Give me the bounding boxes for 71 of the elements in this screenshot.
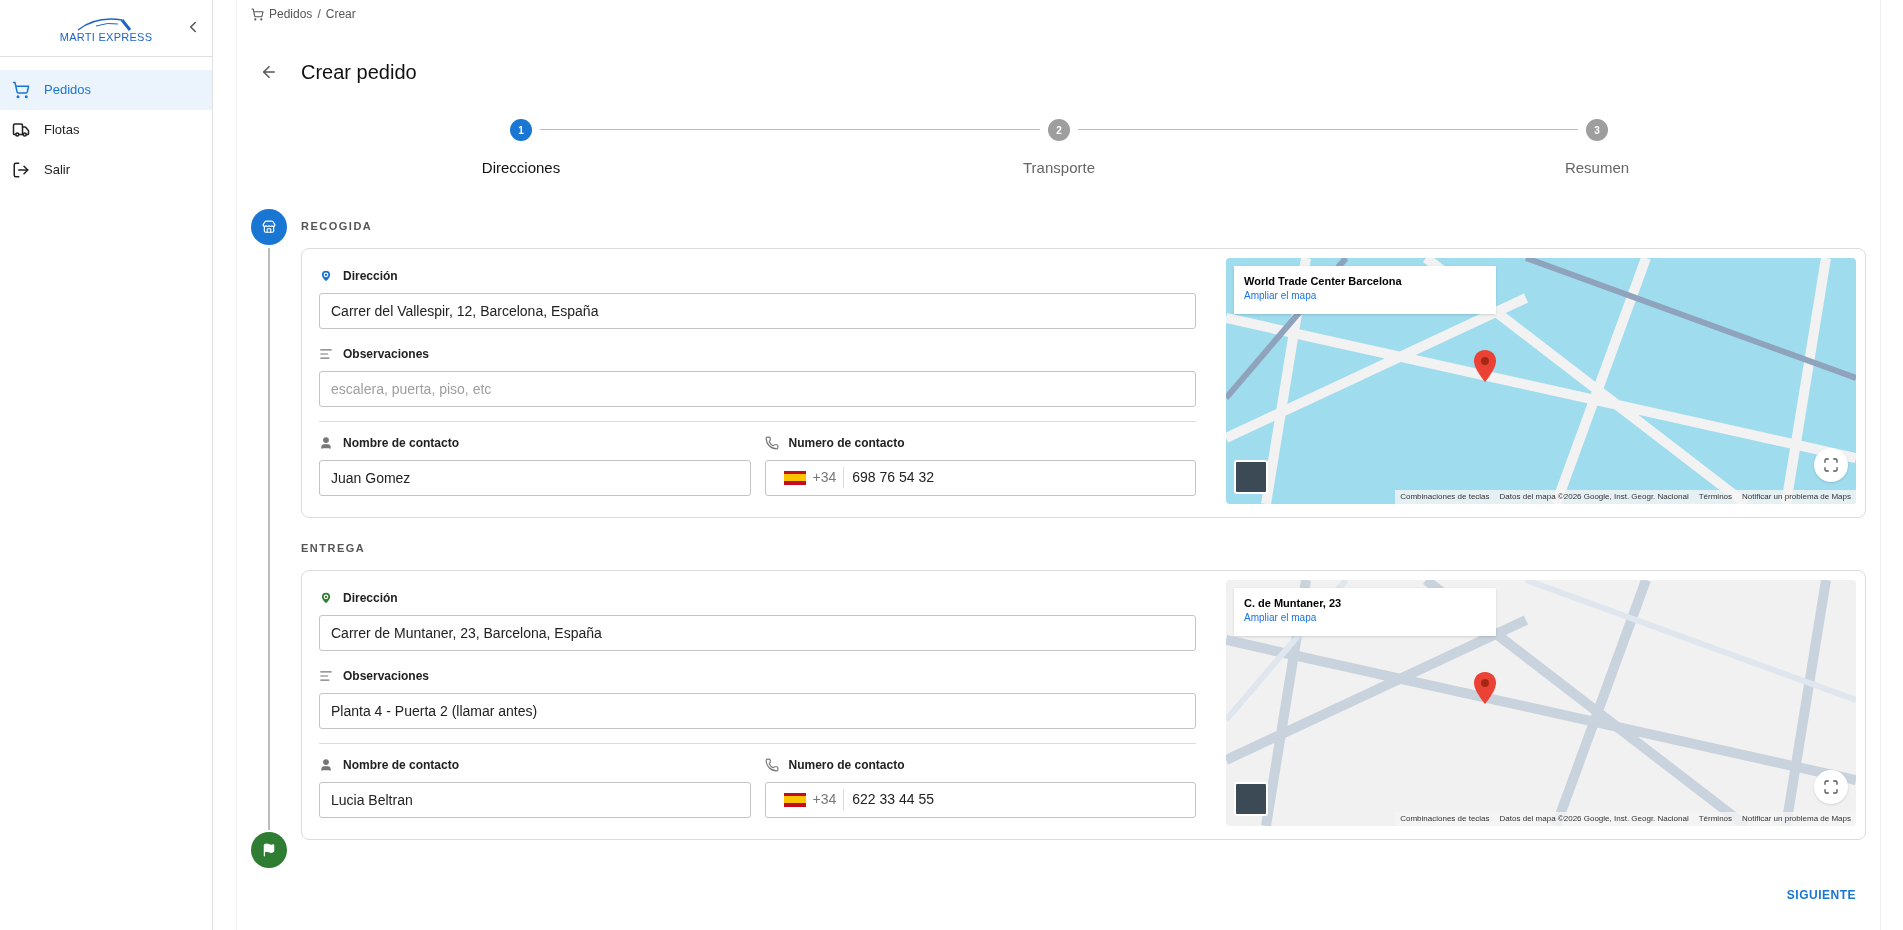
phone-field[interactable]: +34 622 33 44 55 [764, 781, 1196, 818]
location-pin-icon [319, 268, 333, 283]
enlarge-map-link[interactable]: Ampliar el mapa [1244, 610, 1486, 625]
breadcrumb-separator: / [317, 6, 321, 23]
truck-icon [12, 121, 30, 139]
country-code: +34 [812, 789, 845, 810]
breadcrumb-item: Crear [325, 6, 356, 23]
phone-number: 698 76 54 32 [852, 468, 934, 487]
person-icon [319, 435, 333, 450]
field-label: Numero de contacto [788, 756, 905, 774]
notes-field[interactable]: Planta 4 - Puerta 2 (llamar antes) [319, 692, 1196, 729]
attribution-text[interactable]: Notificar un problema de Maps [1742, 490, 1851, 503]
logout-icon [12, 161, 30, 179]
store-icon [262, 219, 276, 234]
step-number: 2 [1048, 119, 1070, 141]
address-field[interactable]: Carrer de Muntaner, 23, Barcelona, España [319, 614, 1196, 651]
map-place-title: C. de Muntaner, 23 [1244, 595, 1343, 611]
attribution-text[interactable]: Notificar un problema de Maps [1742, 812, 1851, 825]
notes-field[interactable]: escalera, puerta, piso, etc [319, 370, 1196, 407]
field-label: Observaciones [343, 345, 430, 363]
phone-field[interactable]: +34 698 76 54 32 [764, 459, 1196, 496]
field-label: Dirección [343, 589, 398, 607]
attribution-text[interactable]: Combinaciones de teclas [1400, 490, 1490, 503]
field-label: Nombre de contacto [343, 434, 459, 452]
nav-item[interactable]: Salir [0, 150, 212, 190]
step-label[interactable]: Direcciones [481, 157, 561, 180]
fullscreen-icon [1823, 456, 1839, 473]
nav-item[interactable]: Pedidos [0, 70, 212, 110]
contact-name-field[interactable]: Lucia Beltran [319, 781, 751, 818]
breadcrumb-item[interactable]: Pedidos [269, 5, 313, 23]
spain-flag-icon [783, 470, 806, 485]
attribution-text[interactable]: Combinaciones de teclas [1400, 812, 1490, 825]
phone-number: 622 33 44 55 [852, 790, 934, 809]
attribution-text: Datos del mapa ©2026 Google, Inst. Geogr. Nacional [1499, 812, 1689, 825]
page-title: Crear pedido [301, 60, 417, 85]
cart-icon [12, 81, 30, 99]
address-field[interactable]: Carrer del Vallespir, 12, Barcelona, España [319, 292, 1196, 329]
fullscreen-icon [1823, 778, 1839, 795]
phone-icon [764, 757, 779, 772]
nav-item[interactable]: Flotas [0, 110, 212, 150]
satellite-thumbnail[interactable] [1234, 781, 1268, 816]
contact-name-field[interactable]: Juan Gomez [319, 459, 751, 496]
field-label: Dirección [343, 267, 398, 285]
phone-icon [764, 435, 779, 450]
field-label: Numero de contacto [788, 434, 905, 452]
step-label[interactable]: Transporte [1023, 157, 1095, 180]
country-code: +34 [812, 467, 845, 488]
attribution-text: Datos del mapa ©2026 Google, Inst. Geogr. Nacional [1499, 490, 1689, 503]
enlarge-map-link[interactable]: Ampliar el mapa [1244, 288, 1486, 303]
spain-flag-icon [783, 792, 806, 807]
satellite-thumbnail[interactable] [1234, 459, 1268, 494]
attribution-text[interactable]: Términos [1698, 812, 1733, 825]
notes-icon [319, 346, 333, 361]
cart-icon [251, 7, 264, 21]
notes-icon [319, 668, 333, 683]
flag-icon [262, 842, 276, 857]
step-number: 1 [510, 119, 532, 141]
field-label: Nombre de contacto [343, 756, 459, 774]
section-heading: RECOGIDA [301, 219, 373, 235]
map-pin-icon [1474, 349, 1496, 382]
map-pin-icon [1474, 671, 1496, 704]
person-icon [319, 757, 333, 772]
logo-text: MARTI EXPRESS [59, 31, 153, 43]
location-pin-icon [319, 590, 333, 605]
next-button[interactable]: SIGUIENTE [1782, 885, 1860, 904]
attribution-text[interactable]: Términos [1698, 490, 1733, 503]
field-label: Observaciones [343, 667, 430, 685]
map-place-title: World Trade Center Barcelona [1244, 273, 1403, 289]
step-number: 3 [1586, 119, 1608, 141]
section-heading: ENTREGA [301, 541, 366, 557]
step-label[interactable]: Resumen [1564, 157, 1630, 180]
